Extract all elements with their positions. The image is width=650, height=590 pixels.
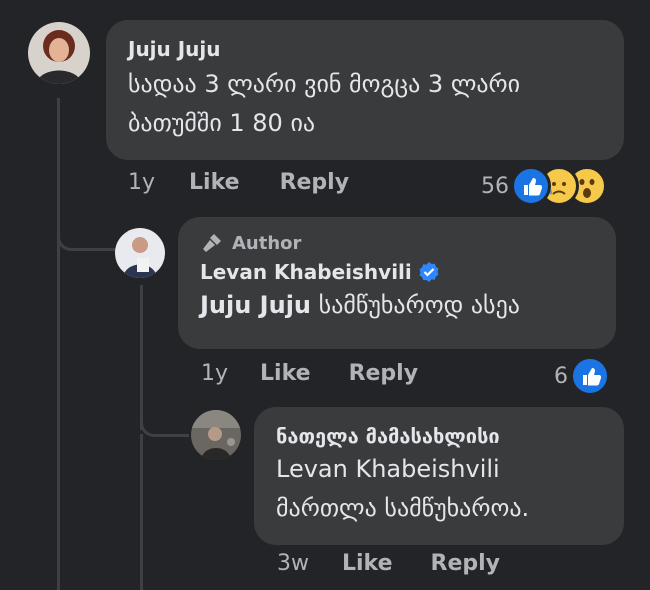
thread-line-main-lower <box>57 248 60 590</box>
comment-actions-3: 3w Like Reply <box>277 551 500 576</box>
comment-actions-1: 1y Like Reply <box>128 170 349 195</box>
comment-author[interactable]: ნათელა მამასახლისი <box>276 424 602 448</box>
avatar-photo <box>28 22 90 84</box>
avatar-juju[interactable] <box>28 22 90 84</box>
comment-text-row: Juju Juju სამწუხაროდ ასეა <box>200 286 594 325</box>
comment-time[interactable]: 1y <box>128 170 155 195</box>
thread-line-reply <box>140 285 143 430</box>
avatar-levan[interactable] <box>115 228 165 278</box>
verified-badge-icon <box>419 262 439 282</box>
comment-actions-2: 1y Like Reply <box>201 361 418 386</box>
reaction-summary-2[interactable]: 6 <box>554 356 610 396</box>
reaction-count: 56 <box>481 173 509 199</box>
comment-author[interactable]: Juju Juju <box>128 37 602 61</box>
reaction-count: 6 <box>554 363 568 389</box>
comment-text: სამწუხაროდ ასეა <box>318 291 520 319</box>
avatar-natela[interactable] <box>191 410 241 460</box>
comment-text: სადაა 3 ლარი ვინ მოგცა 3 ლარი ბათუმში 1 … <box>128 70 521 137</box>
comment-text-block: Levan Khabeishvili მართლა სამწუხაროა. <box>276 450 602 528</box>
avatar-photo <box>191 410 241 460</box>
mention-link[interactable]: Juju Juju <box>200 291 311 319</box>
author-badge: Author <box>200 231 594 255</box>
avatar-photo <box>115 228 165 278</box>
reply-button[interactable]: Reply <box>349 361 419 386</box>
author-badge-label: Author <box>232 232 302 254</box>
comment-time[interactable]: 1y <box>201 361 228 386</box>
thread-line-reply-lower <box>140 434 143 590</box>
thread-elbow-1 <box>57 226 116 251</box>
microphone-icon <box>203 234 221 252</box>
comment-text: მართლა სამწუხაროა. <box>276 494 530 522</box>
like-button[interactable]: Like <box>342 551 393 576</box>
like-button[interactable]: Like <box>189 170 240 195</box>
reply-button[interactable]: Reply <box>280 170 350 195</box>
reply-button[interactable]: Reply <box>431 551 501 576</box>
thread-elbow-2 <box>140 412 189 437</box>
like-icon <box>570 356 610 396</box>
like-button[interactable]: Like <box>260 361 311 386</box>
comment-bubble-1: Juju Juju სადაა 3 ლარი ვინ მოგცა 3 ლარი … <box>106 20 624 160</box>
like-icon <box>511 166 551 206</box>
reaction-summary-1[interactable]: 56 <box>481 166 607 206</box>
comment-time[interactable]: 3w <box>277 551 309 576</box>
mention-link[interactable]: Levan Khabeishvili <box>276 450 602 489</box>
comment-bubble-2: Author Levan Khabeishvili Juju Juju სამწ… <box>178 217 616 349</box>
comment-author[interactable]: Levan Khabeishvili <box>200 260 412 284</box>
comment-bubble-3: ნათელა მამასახლისი Levan Khabeishvili მა… <box>254 407 624 545</box>
